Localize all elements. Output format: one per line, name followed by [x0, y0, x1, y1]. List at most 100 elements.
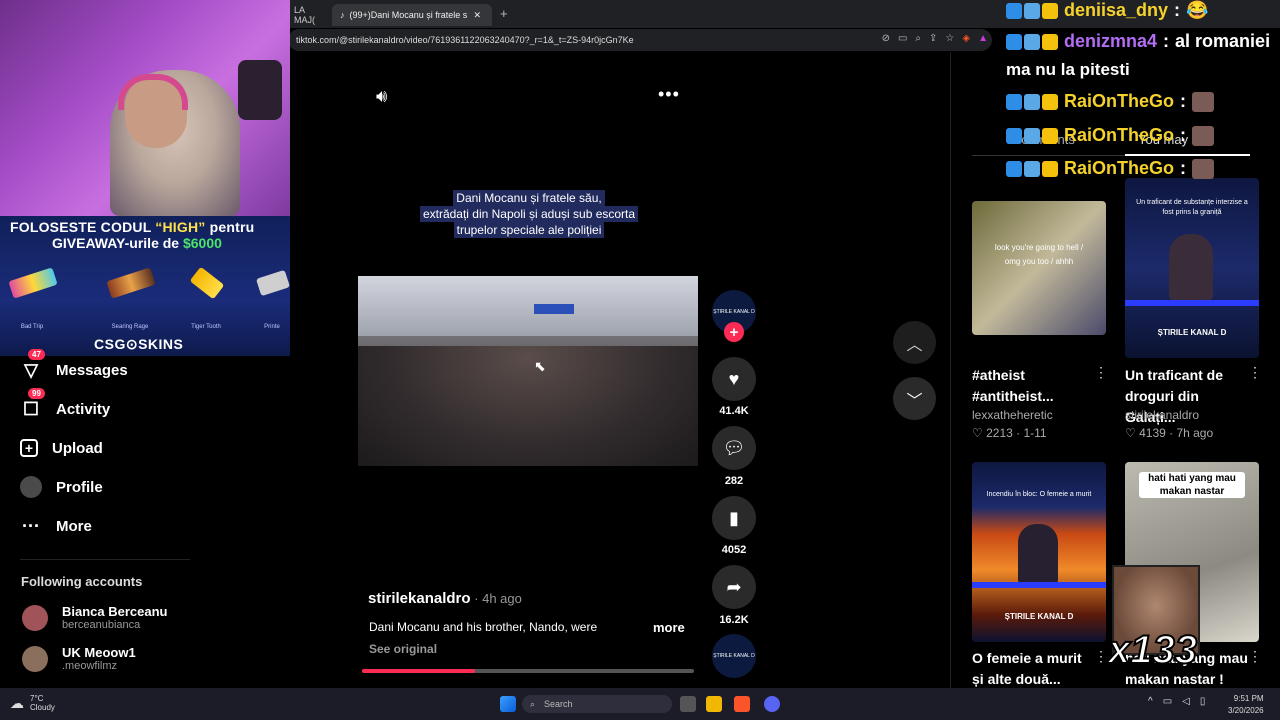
following-accounts-title: Following accounts	[21, 574, 143, 589]
video-thumbnail[interactable]: Un traficant de substanțe interzise a fo…	[1125, 178, 1259, 358]
task-view-icon[interactable]	[680, 696, 696, 712]
taskbar-clock[interactable]: 9:51 PM 3/20/2026	[1228, 693, 1264, 717]
comment-icon: 💬︎	[722, 437, 746, 458]
brave-rewards-icon[interactable]: ▲	[978, 33, 988, 44]
video-author[interactable]: stirilekanaldro	[1125, 408, 1199, 422]
no-video-icon[interactable]: ⊘	[882, 33, 890, 44]
previous-video-button[interactable]: ︿	[893, 321, 936, 364]
nav-profile[interactable]: Profile	[20, 474, 103, 500]
see-original-link[interactable]: See original	[369, 642, 437, 656]
video-meta: ♡ 2213 · 1-11	[972, 426, 1047, 440]
follow-button[interactable]: +	[724, 322, 744, 342]
more-options-icon[interactable]: ⋮	[1248, 648, 1262, 665]
post-time: · 4h ago	[470, 591, 522, 606]
plus-square-icon: +	[20, 439, 38, 457]
thumbnail-text: Incendiu în bloc: O femeie a murit	[986, 491, 1092, 498]
nav-more[interactable]: ··· More	[20, 513, 92, 539]
close-tab-icon[interactable]: ✕	[474, 10, 482, 21]
thumbnail-text: hati hati yang mau makan nastar	[1139, 472, 1245, 498]
account-name: UK Meoow1	[62, 645, 136, 660]
emote-icon	[1192, 91, 1215, 112]
crown-badge-icon	[1042, 2, 1058, 19]
chat-message: RaiOnTheGo :	[1006, 91, 1215, 112]
account-handle: berceanubianca	[62, 619, 141, 631]
volume-icon[interactable]: 🔊︎	[376, 86, 387, 107]
video-title[interactable]: O femeie a murit și alte două...	[972, 648, 1096, 690]
brave-browser-icon[interactable]	[734, 696, 750, 712]
chat-badges	[1006, 2, 1058, 19]
avatar	[22, 604, 48, 631]
chat-username: RaiOnTheGo	[1064, 125, 1175, 145]
save-count: 4052	[721, 544, 747, 556]
cast-icon[interactable]: ▭	[898, 33, 907, 44]
post-author[interactable]: stirilekanaldro · 4h ago	[368, 590, 522, 607]
chat-separator: :	[1174, 0, 1181, 20]
thumbnail-text: Un traficant de substanțe interzise a fo…	[1136, 199, 1248, 216]
file-explorer-icon[interactable]	[706, 696, 722, 712]
more-options-icon[interactable]: ⋮	[1248, 364, 1262, 381]
video-thumbnail[interactable]: Incendiu în bloc: O femeie a murit ȘTIRI…	[972, 462, 1106, 642]
chat-username: deniisa_dny	[1064, 0, 1169, 20]
browser-tab-active[interactable]: ♪ (99+)Dani Mocanu și fratele s ✕	[332, 4, 492, 26]
chevron-up-icon[interactable]: ^	[1148, 696, 1153, 707]
video-meta: ♡ 4139 · 7h ago	[1125, 426, 1214, 440]
network-icon[interactable]: ▭	[1163, 696, 1172, 707]
nav-upload[interactable]: + Upload	[20, 435, 103, 461]
cube-badge-icon	[1006, 160, 1022, 177]
windows-start-icon[interactable]	[500, 696, 516, 712]
share-icon[interactable]: ⇪	[929, 33, 937, 44]
temperature: 7°C	[30, 694, 44, 703]
cube-badge-icon	[1006, 127, 1022, 144]
following-account[interactable]: Bianca Berceanu berceanubianca	[22, 604, 168, 631]
address-bar[interactable]: tiktok.com/@stirilekanaldro/video/761936…	[288, 29, 992, 51]
discord-icon[interactable]	[764, 696, 780, 712]
share-button[interactable]: ➦	[712, 565, 756, 609]
weather-widget[interactable]: ☁ 7°C Cloudy	[10, 694, 55, 712]
video-progress-fill	[362, 669, 475, 673]
microphone-icon	[238, 60, 282, 120]
nav-activity[interactable]: ☐ 99 Activity	[20, 388, 111, 422]
next-video-button[interactable]: ﹀	[893, 377, 936, 420]
star-icon[interactable]: ☆	[945, 33, 954, 44]
news-logo: ȘTIRILE KANAL D	[1157, 328, 1227, 337]
more-button[interactable]: more	[653, 620, 685, 635]
taskbar-search[interactable]: ⌕ Search	[522, 695, 672, 713]
video-title[interactable]: #atheist #antitheist...	[972, 365, 1096, 407]
zoom-icon[interactable]: ⌕	[915, 33, 921, 44]
browser-tab-previous[interactable]: LA MAJ(	[286, 4, 330, 26]
chat-message: RaiOnTheGo :	[1006, 125, 1215, 146]
chat-separator: :	[1163, 31, 1170, 51]
panel-divider	[950, 52, 951, 688]
crown-badge-icon	[1042, 127, 1058, 144]
emote-icon	[1192, 125, 1215, 146]
brave-shield-icon[interactable]: ◈	[962, 33, 970, 44]
caption-line: trupelor speciale ale poliției	[453, 222, 605, 238]
author-name[interactable]: stirilekanaldro	[368, 590, 471, 607]
volume-icon[interactable]: ◁	[1182, 696, 1190, 707]
messages-badge: 47	[28, 349, 45, 360]
robot-badge-icon	[1024, 33, 1040, 50]
nav-label: Upload	[52, 439, 103, 457]
video-author[interactable]: lexxatheheretic	[972, 408, 1053, 422]
nav-label: Activity	[56, 400, 111, 418]
following-account[interactable]: UK Meoow1 .meowfilmz	[22, 645, 136, 672]
video-player[interactable]: ⬉	[358, 276, 698, 466]
video-options-button[interactable]: •••	[658, 84, 680, 105]
activity-badge: 99	[28, 388, 45, 399]
tab-label: (99+)Dani Mocanu și fratele s	[349, 10, 468, 20]
more-options-icon[interactable]: ⋮	[1094, 648, 1108, 665]
divider	[20, 559, 190, 560]
sound-avatar[interactable]: ȘTIRILE KANAL D	[712, 634, 756, 678]
new-tab-button[interactable]: +	[500, 6, 508, 21]
chat-message: denizmna4 : al romaniei	[1006, 31, 1270, 52]
comment-button[interactable]: 💬︎	[712, 426, 756, 470]
video-thumbnail[interactable]: look you're going to hell / omg you too …	[972, 201, 1106, 335]
battery-icon[interactable]: ▯	[1200, 696, 1206, 707]
nav-messages[interactable]: ▽ 47 Messages	[20, 349, 128, 383]
save-button[interactable]: ▮	[712, 496, 756, 540]
like-button[interactable]: ♥	[712, 357, 756, 401]
clock-date: 3/20/2026	[1228, 706, 1264, 715]
video-frame-crowd	[358, 346, 698, 466]
more-options-icon[interactable]: ⋮	[1094, 364, 1108, 381]
crown-badge-icon	[1042, 33, 1058, 50]
